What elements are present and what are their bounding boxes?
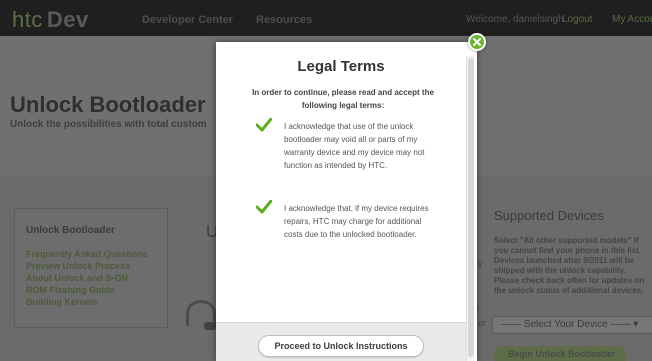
sidebar-menu: Unlock Bootloader Frequently Asked Quest… [14, 208, 168, 328]
dialog-title: Legal Terms [297, 58, 385, 75]
text-fragment-or: or [478, 318, 487, 328]
sidebar-link-faq[interactable]: Frequently Asked Questions [26, 249, 148, 259]
dialog-content: Legal Terms In order to continue, please… [216, 42, 466, 361]
legal-terms-dialog: Legal Terms In order to continue, please… [216, 42, 477, 361]
logo-dev: Dev [46, 7, 89, 32]
logo-htc: htc [12, 7, 43, 32]
sidebar-link-kernels[interactable]: Building Kernels [26, 297, 98, 307]
sidebar-heading: Unlock Bootloader [26, 225, 115, 236]
supported-devices-title: Supported Devices [494, 208, 604, 223]
nav-developer-center[interactable]: Developer Center [142, 14, 233, 26]
dialog-intro: In order to continue, please read and ac… [252, 88, 434, 110]
top-navigation-bar: htc Dev Developer Center Resources Welcom… [0, 0, 652, 36]
begin-unlock-button[interactable]: Begin Unlock Bootloader [494, 346, 626, 361]
nav-resources[interactable]: Resources [256, 14, 312, 26]
legal-term-text: I acknowledge that, if my device require… [284, 204, 429, 239]
device-select[interactable]: —— Select Your Device —— ▾ [492, 316, 652, 334]
welcome-text: Welcome, danielsingh [466, 14, 564, 25]
sidebar-link-rom-guide[interactable]: ROM Flashing Guide [26, 285, 115, 295]
my-account-link[interactable]: My Account [612, 14, 652, 25]
page-title: Unlock Bootloader [10, 92, 206, 117]
dialog-scrollbar[interactable] [466, 56, 474, 361]
legal-term-text: I acknowledge that use of the unlock boo… [284, 122, 425, 170]
sidebar-link-preview[interactable]: Preview Unlock Process [26, 261, 130, 271]
usb-plug-illustration [204, 322, 216, 330]
text-fragment-y: y [478, 258, 483, 268]
page-subtitle: Unlock the possibilities with total cust… [10, 119, 207, 130]
close-icon[interactable] [468, 33, 486, 51]
proceed-button[interactable]: Proceed to Unlock Instructions [258, 335, 424, 357]
scrollbar-thumb[interactable] [468, 58, 474, 357]
checkmark-icon[interactable] [255, 117, 273, 132]
htcdev-logo[interactable]: htc Dev [12, 7, 89, 33]
checkmark-icon[interactable] [255, 199, 273, 214]
supported-devices-note: Select "All other supported models" if y… [494, 236, 645, 295]
sidebar-link-about[interactable]: About Unlock and S-ON [26, 273, 128, 283]
logout-link[interactable]: Logout [562, 14, 593, 25]
dialog-footer: Proceed to Unlock Instructions [216, 322, 466, 361]
